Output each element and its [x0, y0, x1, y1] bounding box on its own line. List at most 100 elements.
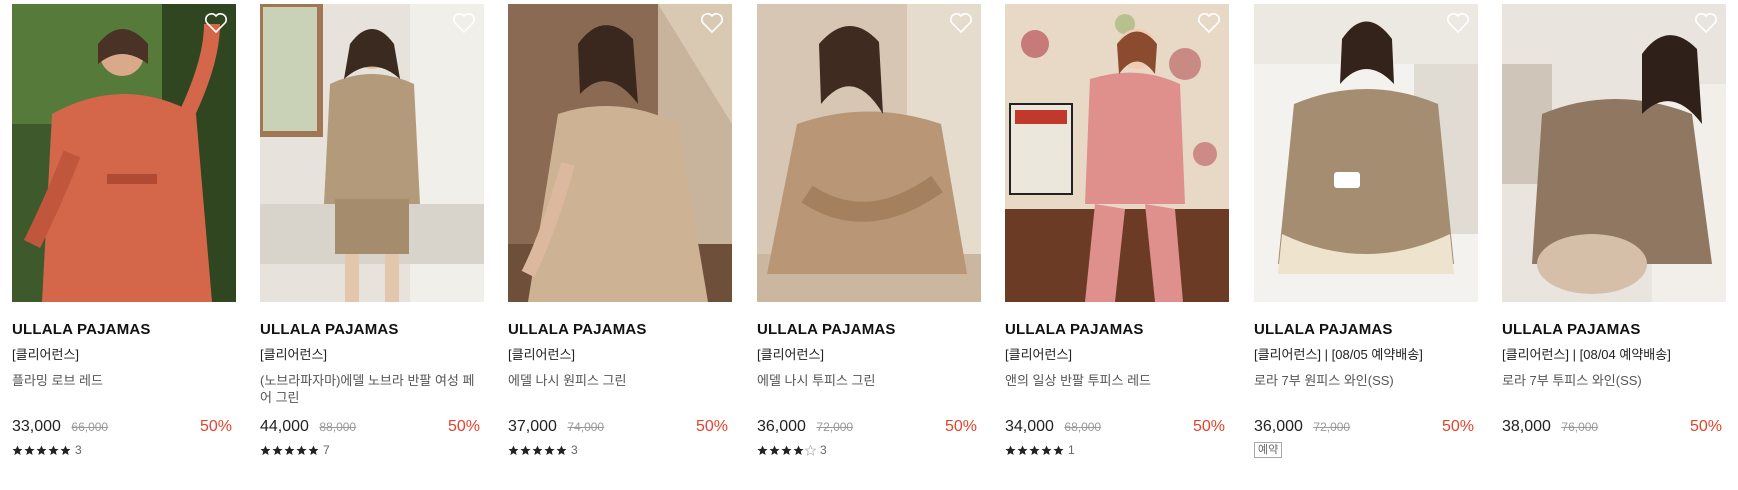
- product-image[interactable]: [260, 4, 484, 302]
- product-tag: [클리어런스] | [08/05 예약배송]: [1254, 347, 1423, 362]
- product-photo[interactable]: [1005, 4, 1229, 302]
- product-name[interactable]: 에델 나시 원피스 그린: [508, 372, 732, 408]
- heart-icon[interactable]: [1197, 12, 1221, 34]
- brand-name[interactable]: ULLALA PAJAMAS: [12, 320, 236, 340]
- product-photo[interactable]: [1254, 4, 1478, 302]
- original-price: 76,000: [1561, 420, 1599, 434]
- star-filled-icon: [781, 445, 792, 455]
- rating: 1: [1005, 442, 1229, 458]
- star-filled-icon: [260, 445, 271, 455]
- star-filled-icon: [532, 445, 543, 455]
- star-filled-icon: [12, 445, 23, 455]
- brand-name[interactable]: ULLALA PAJAMAS: [260, 320, 484, 340]
- heart-icon[interactable]: [452, 12, 476, 34]
- star-filled-icon: [769, 445, 780, 455]
- price-row: 33,000 66,000 50%: [12, 416, 236, 438]
- product-photo[interactable]: [1502, 4, 1726, 302]
- star-filled-icon: [1017, 445, 1028, 455]
- review-count: 1: [1068, 443, 1075, 457]
- star-rating: [508, 445, 567, 456]
- star-filled-icon: [793, 445, 804, 455]
- star-empty-icon: [805, 444, 816, 456]
- star-rating: [757, 444, 816, 456]
- original-price: 74,000: [567, 420, 605, 434]
- product-image[interactable]: [1254, 4, 1478, 302]
- reservation-badge: 예약: [1254, 442, 1283, 458]
- rating: 3: [12, 442, 236, 458]
- heart-icon[interactable]: [949, 12, 973, 34]
- star-filled-icon: [508, 445, 519, 455]
- star-filled-icon: [272, 445, 283, 455]
- product-name[interactable]: 로라 7부 원피스 와인(SS): [1254, 372, 1478, 408]
- brand-name[interactable]: ULLALA PAJAMAS: [1502, 320, 1726, 340]
- rating: 3: [757, 442, 981, 458]
- product-image[interactable]: [1502, 4, 1726, 302]
- product-card[interactable]: ULLALA PAJAMAS [클리어런스] 에델 나시 투피스 그린 36,0…: [757, 4, 981, 458]
- star-filled-icon: [296, 445, 307, 455]
- product-image[interactable]: [1005, 4, 1229, 302]
- product-card[interactable]: ULLALA PAJAMAS [클리어런스] | [08/04 예약배송] 로라…: [1502, 4, 1726, 438]
- original-price: 72,000: [1313, 420, 1351, 434]
- product-grid: ULLALA PAJAMAS [클리어런스] 플라밍 로브 레드 33,000 …: [0, 0, 1738, 490]
- product-tag: [클리어런스]: [1005, 347, 1073, 362]
- product-name[interactable]: 앤의 일상 반팔 투피스 레드: [1005, 372, 1229, 408]
- product-tag: [클리어런스]: [757, 347, 825, 362]
- star-filled-icon: [24, 445, 35, 455]
- rating: 7: [260, 442, 484, 458]
- brand-name[interactable]: ULLALA PAJAMAS: [1005, 320, 1229, 340]
- sale-price: 44,000: [260, 418, 309, 435]
- star-filled-icon: [556, 445, 567, 455]
- product-image[interactable]: [12, 4, 236, 302]
- star-filled-icon: [284, 445, 295, 455]
- product-tag: [클리어런스]: [508, 347, 576, 362]
- star-filled-icon: [1005, 445, 1016, 455]
- sale-price: 36,000: [1254, 418, 1303, 435]
- discount-rate: 50%: [944, 418, 977, 435]
- sale-price: 34,000: [1005, 418, 1054, 435]
- star-filled-icon: [48, 445, 59, 455]
- star-filled-icon: [520, 445, 531, 455]
- star-filled-icon: [1029, 445, 1040, 455]
- discount-rate: 50%: [1689, 418, 1722, 435]
- product-photo[interactable]: [508, 4, 732, 302]
- sale-price: 33,000: [12, 418, 61, 435]
- product-card[interactable]: ULLALA PAJAMAS [클리어런스] 플라밍 로브 레드 33,000 …: [12, 4, 236, 458]
- star-filled-icon: [1041, 445, 1052, 455]
- brand-name[interactable]: ULLALA PAJAMAS: [1254, 320, 1478, 340]
- original-price: 88,000: [319, 420, 357, 434]
- product-card[interactable]: ULLALA PAJAMAS [클리어런스] 에델 나시 원피스 그린 37,0…: [508, 4, 732, 458]
- discount-rate: 50%: [447, 418, 480, 435]
- star-rating: [260, 445, 319, 456]
- original-price: 68,000: [1064, 420, 1102, 434]
- heart-icon[interactable]: [1446, 12, 1470, 34]
- product-image[interactable]: [508, 4, 732, 302]
- product-name[interactable]: 로라 7부 투피스 와인(SS): [1502, 372, 1726, 408]
- product-card[interactable]: ULLALA PAJAMAS [클리어런스] | [08/05 예약배송] 로라…: [1254, 4, 1478, 458]
- product-name[interactable]: (노브라파자마)에델 노브라 반팔 여성 페어 그린: [260, 372, 484, 408]
- product-name[interactable]: 플라밍 로브 레드: [12, 372, 236, 408]
- star-rating: [1005, 445, 1064, 456]
- heart-icon[interactable]: [700, 12, 724, 34]
- product-photo[interactable]: [260, 4, 484, 302]
- discount-rate: 50%: [1192, 418, 1225, 435]
- original-price: 72,000: [816, 420, 854, 434]
- heart-icon[interactable]: [204, 12, 228, 34]
- sale-price: 37,000: [508, 418, 557, 435]
- product-photo[interactable]: [757, 4, 981, 302]
- product-tag: [클리어런스]: [260, 347, 328, 362]
- brand-name[interactable]: ULLALA PAJAMAS: [757, 320, 981, 340]
- product-name[interactable]: 에델 나시 투피스 그린: [757, 372, 981, 408]
- product-tag: [클리어런스]: [12, 347, 80, 362]
- product-card[interactable]: ULLALA PAJAMAS [클리어런스] (노브라파자마)에델 노브라 반팔…: [260, 4, 484, 458]
- product-image[interactable]: [757, 4, 981, 302]
- product-card[interactable]: ULLALA PAJAMAS [클리어런스] 앤의 일상 반팔 투피스 레드 3…: [1005, 4, 1229, 458]
- price-row: 34,000 68,000 50%: [1005, 416, 1229, 438]
- heart-icon[interactable]: [1694, 12, 1718, 34]
- product-photo[interactable]: [12, 4, 236, 302]
- star-filled-icon: [1053, 445, 1064, 455]
- discount-rate: 50%: [695, 418, 728, 435]
- sale-price: 36,000: [757, 418, 806, 435]
- brand-name[interactable]: ULLALA PAJAMAS: [508, 320, 732, 340]
- price-row: 36,000 72,000 50%: [1254, 416, 1478, 438]
- star-filled-icon: [544, 445, 555, 455]
